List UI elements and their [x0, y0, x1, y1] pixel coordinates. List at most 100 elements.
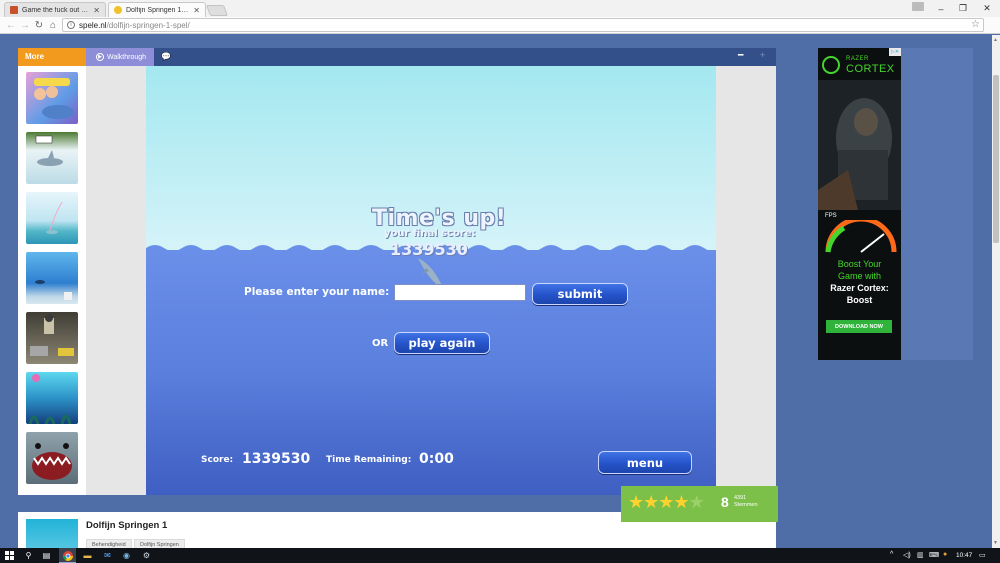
walkthrough-tab[interactable]: ▶ Walkthrough: [86, 48, 154, 66]
walkthrough-label: Walkthrough: [107, 53, 147, 61]
game-canvas[interactable]: Time's up! your final score: 1339530 Ple…: [146, 66, 716, 495]
razer-cortex-ad[interactable]: RAZER CORTEX FPS Boost Your Game with Ra…: [818, 48, 901, 360]
star-icon[interactable]: ★: [643, 492, 659, 512]
fps-gauge-icon: [825, 220, 897, 253]
mail-icon[interactable]: ✉: [102, 550, 113, 561]
expand-icon[interactable]: +: [760, 50, 765, 60]
browser-tabstrip: Game the fuck out of Co ✕ Dolfijn Spring…: [0, 0, 1000, 17]
collapse-icon[interactable]: ━: [738, 50, 743, 61]
tab-game-blog[interactable]: Game the fuck out of Co ✕: [4, 2, 106, 17]
chrome-logo-icon: [62, 550, 73, 561]
ad-brand-small: RAZER: [846, 56, 869, 62]
windows-start-icon[interactable]: [4, 550, 15, 561]
minimize-button[interactable]: –: [930, 0, 952, 17]
home-icon[interactable]: ⌂: [46, 18, 60, 32]
star-icon[interactable]: ★: [628, 492, 644, 512]
comment-icon[interactable]: 💬: [161, 52, 171, 61]
bookmark-star-icon[interactable]: ☆: [971, 19, 980, 30]
game-thumbnail[interactable]: [26, 72, 78, 124]
star-icon[interactable]: ★: [658, 492, 674, 512]
ad-tagline-line: Boost Your: [837, 259, 882, 269]
star-icon[interactable]: ★: [673, 492, 689, 512]
close-tab-icon[interactable]: ✕: [193, 6, 200, 15]
network-icon[interactable]: ▥: [917, 551, 924, 559]
user-profile-icon[interactable]: [912, 2, 924, 11]
file-icon[interactable]: ▤: [41, 550, 52, 561]
score-value: 1339530: [242, 451, 311, 467]
back-arrow-icon[interactable]: ←: [4, 18, 18, 32]
game-thumbnail[interactable]: [26, 132, 78, 184]
game-thumbnail[interactable]: [26, 372, 78, 424]
or-label: OR: [372, 338, 389, 349]
game-thumbnail[interactable]: [26, 312, 78, 364]
scrollbar-thumb[interactable]: [993, 75, 999, 243]
address-bar[interactable]: i spele.nl/dolfijn-springen-1-spel/ ☆: [62, 18, 984, 32]
tab-dolfijn-springen[interactable]: Dolfijn Springen 1 - Spel ✕: [108, 2, 206, 17]
game-container: More ▶ Walkthrough 💬 ━ + Time's up! your…: [18, 48, 776, 495]
scroll-up-arrow-icon[interactable]: ▲: [993, 37, 998, 43]
ad-tagline-line: Game with: [837, 271, 881, 281]
ad-tagline: Boost Your Game with Razer Cortex: Boost: [818, 258, 901, 306]
ad-tagline-line: Boost: [846, 295, 873, 305]
votes-number: 4391: [734, 495, 747, 501]
page-scrollbar[interactable]: ▲ ▼: [992, 35, 1000, 548]
restore-button[interactable]: ❐: [952, 0, 974, 17]
fps-label: FPS: [825, 213, 837, 219]
game-thumbnail[interactable]: [26, 432, 78, 484]
game-title: Dolfijn Springen 1: [86, 520, 168, 531]
ad-tagline-line: Razer Cortex:: [830, 283, 889, 293]
steam-icon[interactable]: ◉: [121, 550, 132, 561]
rating-value: 8: [721, 494, 729, 510]
play-again-button[interactable]: play again: [394, 332, 490, 354]
rating-box[interactable]: ★★★★★ 8 4391 Stemmen: [621, 486, 778, 522]
time-remaining-label: Time Remaining:: [326, 455, 412, 465]
player-name-input[interactable]: [394, 284, 526, 301]
smiley-favicon: [114, 6, 122, 14]
dolphin-show-thumb-art: [34, 78, 74, 119]
more-games-tab[interactable]: More: [18, 48, 86, 66]
tray-app-icon[interactable]: ●: [943, 551, 947, 558]
scroll-down-arrow-icon[interactable]: ▼: [993, 540, 998, 546]
score-label: Score:: [201, 455, 234, 465]
info-icon[interactable]: i: [67, 21, 75, 29]
shark-help-thumb-art: [35, 135, 63, 166]
razer-logo-icon: [822, 56, 840, 74]
deep-sea-thumb-art: [28, 374, 72, 424]
submit-button[interactable]: submit: [532, 283, 628, 305]
keyboard-icon[interactable]: ⌨: [929, 551, 939, 559]
more-games-list: [18, 66, 86, 495]
tab-title: Dolfijn Springen 1 - Spel: [126, 6, 189, 14]
forward-arrow-icon[interactable]: →: [18, 18, 32, 32]
new-tab-button[interactable]: [205, 5, 229, 16]
game-info-thumbnail[interactable]: [26, 519, 78, 548]
star-icon[interactable]: ★: [689, 492, 705, 512]
windows-taskbar: ⚲ ▤ ▬ ✉ ◉ ⚙ ^ ◁) ▥ ⌨ ● 10:47 ▭: [0, 548, 1000, 563]
reload-icon[interactable]: ↻: [32, 18, 46, 32]
close-window-button[interactable]: ✕: [976, 0, 998, 17]
url-path: /dolfijn-springen-1-spel/: [106, 21, 190, 30]
url-host: spele.nl: [79, 21, 107, 30]
game-thumbnail[interactable]: [26, 252, 78, 304]
tray-chevron-icon[interactable]: ^: [890, 551, 893, 558]
volume-icon[interactable]: ◁): [903, 551, 911, 559]
game-thumbnail[interactable]: [26, 192, 78, 244]
adchoices-icon[interactable]: ▷✕: [889, 48, 901, 56]
ad-brand-large: CORTEX: [846, 63, 895, 75]
download-now-button[interactable]: DOWNLOAD NOW: [826, 320, 892, 333]
taskbar-clock[interactable]: 10:47: [956, 552, 972, 559]
app-icon[interactable]: ⚙: [141, 550, 152, 561]
name-prompt-label: Please enter your name:: [244, 286, 390, 298]
web-page: More ▶ Walkthrough 💬 ━ + Time's up! your…: [0, 35, 992, 548]
tab-title: Game the fuck out of Co: [22, 6, 89, 14]
close-tab-icon[interactable]: ✕: [93, 6, 100, 15]
category-tag[interactable]: Behendigheid: [86, 539, 132, 548]
menu-button[interactable]: menu: [598, 451, 692, 474]
rating-stars[interactable]: ★★★★★: [628, 492, 705, 513]
time-remaining-value: 0:00: [419, 451, 454, 467]
search-icon[interactable]: ⚲: [23, 550, 34, 561]
category-tag[interactable]: Dolfijn Springen: [134, 539, 185, 548]
url-text: spele.nl/dolfijn-springen-1-spel/: [79, 20, 190, 31]
chrome-icon[interactable]: [62, 550, 73, 561]
notification-icon[interactable]: ▭: [979, 551, 986, 559]
folder-icon[interactable]: ▬: [82, 550, 93, 561]
